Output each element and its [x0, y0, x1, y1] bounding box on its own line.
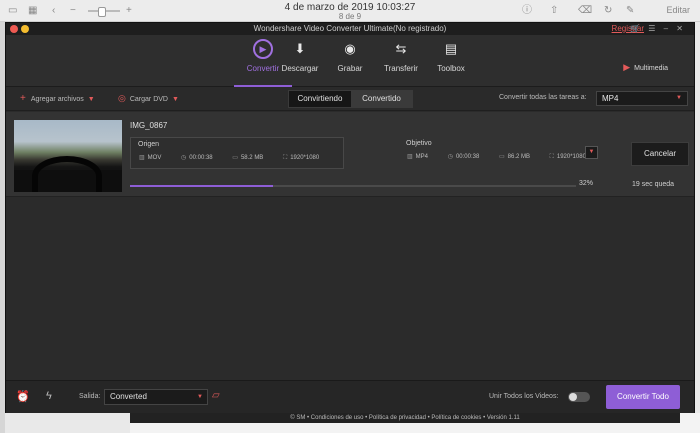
target-meta: ▥ MP4 ◷ 00:00:38 ▭ 86.2 MB ⛶ 1920*1080	[407, 153, 604, 161]
target-resolution: 1920*1080	[556, 154, 586, 160]
trash-icon[interactable]: ⌫	[578, 5, 592, 17]
rotate-icon[interactable]: ↻	[604, 5, 612, 17]
load-dvd-button[interactable]: ◎ Cargar DVD ▼	[118, 93, 179, 104]
cancel-button[interactable]: Cancelar	[631, 142, 689, 166]
add-files-label: Agregar archivos	[30, 96, 84, 103]
chevron-down-icon: ▼	[676, 95, 682, 101]
origin-size: 58.2 MB	[240, 155, 264, 161]
window-menu-icons[interactable]: 🛒 ☰ – ✕	[630, 23, 686, 34]
merge-videos-label: Unir Todos los Videos:	[489, 393, 559, 400]
target-duration: 00:00:38	[455, 154, 480, 160]
multimedia-icon: ▶	[623, 62, 631, 72]
output-folder-value: Converted	[110, 392, 147, 401]
lightning-icon[interactable]: ϟ	[46, 390, 52, 402]
file-name: IMG_0867	[130, 121, 168, 130]
output-label: Salida:	[79, 393, 101, 400]
tab-label: Transferir	[384, 64, 418, 73]
target-format: MP4	[415, 154, 429, 160]
convert-all-button[interactable]: Convertir Todo	[606, 385, 680, 409]
add-files-button[interactable]: + Agregar archivos ▼	[20, 93, 95, 104]
progress-percent: 32%	[579, 180, 594, 187]
video-thumbnail[interactable]	[14, 120, 122, 192]
share-icon[interactable]: ⇧	[550, 5, 558, 17]
time-remaining: 19 sec queda	[632, 181, 675, 188]
tab-label: Grabar	[337, 64, 363, 73]
chevron-down-icon: ▼	[197, 394, 203, 400]
thumbnail-wheel	[32, 156, 102, 192]
multimedia-button[interactable]: ▶ Multimedia	[623, 62, 668, 73]
origin-meta: ▥ MOV ◷ 00:00:38 ▭ 58.2 MB ⛶ 1920*1080	[139, 154, 337, 162]
target-settings-dropdown[interactable]: ▼	[585, 146, 598, 159]
page-footer: © SM • Condiciones de uso • Política de …	[130, 413, 680, 423]
target-size: 86.2 MB	[507, 154, 530, 160]
output-format-select[interactable]: MP4 ▼	[596, 91, 688, 106]
folder-icon: ▭	[498, 154, 505, 160]
bottom-bar: ⏰ ϟ Salida: Converted ▼ ▱ Unir Todos los…	[6, 380, 694, 413]
chevron-down-icon[interactable]: ▼	[172, 96, 179, 103]
markup-icon[interactable]: ✎	[626, 5, 634, 17]
info-icon[interactable]: ⓘ	[522, 5, 532, 17]
origin-duration: 00:00:38	[189, 155, 213, 161]
target-info-box[interactable]: Objetivo ▥ MP4 ◷ 00:00:38 ▭ 86.2 MB ⛶ 1920*1…	[399, 137, 605, 169]
folder-icon: ▭	[232, 155, 238, 161]
transfer-icon: ⇆	[395, 41, 407, 56]
progress-fill	[130, 185, 273, 187]
viewer-page-counter: 8 de 9	[338, 12, 362, 21]
tab-converted[interactable]: Convertido	[351, 91, 412, 107]
toolbox-icon: ▤	[444, 41, 458, 56]
alarm-clock-icon[interactable]: ⏰	[16, 390, 30, 403]
chevron-down-icon[interactable]: ▼	[88, 96, 95, 103]
title-bar: Wondershare Video Converter Ultimate(No …	[6, 23, 694, 35]
main-nav: ▶ Convertir ⬇ Descargar ◉ Grabar ⇆ Trans…	[6, 35, 694, 87]
origin-label: Origen	[138, 141, 160, 148]
resolution-icon: ⛶	[283, 155, 288, 161]
resolution-icon: ⛶	[549, 154, 554, 160]
progress-bar	[130, 185, 576, 187]
tab-toolbox[interactable]: ▤ Toolbox	[421, 39, 481, 73]
add-icon: +	[20, 93, 26, 104]
convert-all-to-label: Convertir todas las tareas a:	[499, 94, 587, 101]
multimedia-label: Multimedia	[634, 65, 668, 72]
app-window: Wondershare Video Converter Ultimate(No …	[5, 22, 695, 413]
tab-label: Descargar	[281, 64, 319, 73]
app-title: Wondershare Video Converter Ultimate(No …	[253, 24, 447, 33]
format-icon: ▥	[139, 155, 145, 161]
merge-videos-toggle[interactable]	[568, 392, 590, 402]
toolbar: + Agregar archivos ▼ ◎ Cargar DVD ▼ Convirti…	[6, 87, 694, 111]
output-folder-select[interactable]: Converted ▼	[104, 389, 208, 405]
status-segmented-control: Convirtiendo Convertido	[288, 90, 413, 108]
format-icon: ▥	[407, 154, 413, 160]
dvd-icon: ◎	[118, 93, 126, 103]
edit-button[interactable]: Editar	[666, 5, 690, 15]
output-format-value: MP4	[602, 94, 619, 103]
burn-disc-icon: ◉	[344, 41, 356, 56]
viewer-toolbar: ▭ ▦ ‹ − + 4 de marzo de 2019 10:03:27 8 …	[0, 0, 700, 22]
origin-info-box: Origen ▥ MOV ◷ 00:00:38 ▭ 58.2 MB ⛶ 1920*108…	[130, 137, 344, 169]
clock-icon: ◷	[181, 155, 187, 161]
open-folder-icon[interactable]: ▱	[212, 390, 220, 401]
target-label: Objetivo	[406, 140, 432, 147]
download-icon: ⬇	[294, 41, 306, 56]
tab-label: Toolbox	[437, 64, 465, 73]
origin-resolution: 1920*1080	[290, 155, 320, 161]
tab-converting[interactable]: Convirtiendo	[289, 91, 351, 107]
load-dvd-label: Cargar DVD	[129, 96, 168, 103]
clock-icon: ◷	[447, 154, 453, 160]
conversion-task-row: IMG_0867 Origen ▥ MOV ◷ 00:00:38 ▭ 58.2 MB …	[6, 112, 694, 197]
origin-format: MOV	[147, 155, 162, 161]
